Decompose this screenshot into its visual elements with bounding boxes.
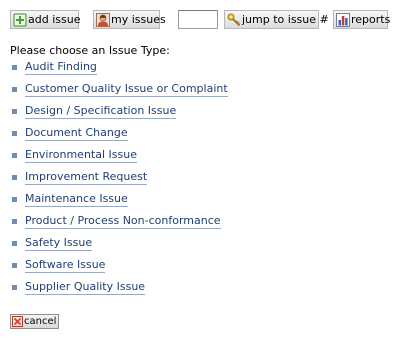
issue-type-prompt: Please choose an Issue Type: <box>10 44 170 57</box>
bullet-icon <box>12 131 17 136</box>
add-issue-label: add issue <box>28 13 81 26</box>
add-plus-icon <box>13 13 27 26</box>
bullet-icon <box>12 241 17 246</box>
list-item: Improvement Request <box>12 171 228 193</box>
bullet-icon <box>12 175 17 180</box>
bullet-icon <box>12 109 17 114</box>
jump-to-issue-label: jump to issue # <box>242 13 329 26</box>
user-icon <box>96 12 110 27</box>
issue-type-link-audit-finding[interactable]: Audit Finding <box>25 61 97 75</box>
reports-button[interactable]: reports <box>333 10 391 29</box>
issue-type-link-customer-quality[interactable]: Customer Quality Issue or Complaint <box>25 83 228 97</box>
cancel-button[interactable]: cancel <box>10 314 60 329</box>
list-item: Product / Process Non-conformance <box>12 215 228 237</box>
issue-type-list: Audit Finding Customer Quality Issue or … <box>12 61 228 303</box>
bar-chart-icon <box>336 12 350 27</box>
issue-type-link-improvement-request[interactable]: Improvement Request <box>25 171 148 185</box>
add-issue-button[interactable]: add issue <box>10 10 81 29</box>
list-item: Audit Finding <box>12 61 228 83</box>
list-item: Safety Issue <box>12 237 228 259</box>
bullet-icon <box>12 219 17 224</box>
bullet-icon <box>12 87 17 92</box>
cancel-x-icon <box>12 316 23 327</box>
list-item: Document Change <box>12 127 228 149</box>
bullet-icon <box>12 197 17 202</box>
issue-type-link-design-specification[interactable]: Design / Specification Issue <box>25 105 177 119</box>
list-item: Supplier Quality Issue <box>12 281 228 303</box>
cancel-label: cancel <box>24 316 57 327</box>
issue-number-input[interactable] <box>178 10 218 29</box>
reports-label: reports <box>351 13 391 26</box>
issue-type-link-supplier-quality[interactable]: Supplier Quality Issue <box>25 281 146 295</box>
issue-type-link-non-conformance[interactable]: Product / Process Non-conformance <box>25 215 221 229</box>
bullet-icon <box>12 65 17 70</box>
list-item: Maintenance Issue <box>12 193 228 215</box>
my-issues-label: my issues <box>111 13 166 26</box>
bullet-icon <box>12 153 17 158</box>
issue-type-link-environmental[interactable]: Environmental Issue <box>25 149 137 163</box>
jump-to-issue-button[interactable]: jump to issue # <box>224 10 329 29</box>
key-icon <box>227 13 241 26</box>
list-item: Environmental Issue <box>12 149 228 171</box>
list-item: Customer Quality Issue or Complaint <box>12 83 228 105</box>
bullet-icon <box>12 285 17 290</box>
issue-type-link-maintenance[interactable]: Maintenance Issue <box>25 193 128 207</box>
list-item: Software Issue <box>12 259 228 281</box>
issue-type-link-safety[interactable]: Safety Issue <box>25 237 93 251</box>
toolbar: add issue my issues jump to issue # repo… <box>10 10 410 31</box>
my-issues-button[interactable]: my issues <box>93 10 166 29</box>
issue-type-link-document-change[interactable]: Document Change <box>25 127 128 141</box>
list-item: Design / Specification Issue <box>12 105 228 127</box>
bullet-icon <box>12 263 17 268</box>
issue-type-link-software[interactable]: Software Issue <box>25 259 106 273</box>
